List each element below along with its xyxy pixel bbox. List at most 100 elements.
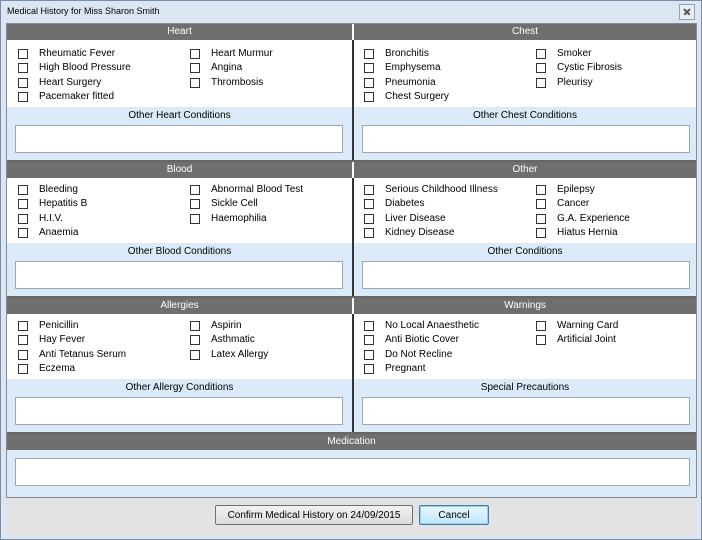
- checkbox-box[interactable]: [18, 198, 28, 209]
- checkbox-box[interactable]: [18, 62, 28, 73]
- checkbox-box[interactable]: [18, 91, 28, 102]
- checkbox-box[interactable]: [364, 184, 374, 195]
- checkbox-penicillin[interactable]: Penicillin: [18, 319, 78, 332]
- checkbox-box[interactable]: [190, 62, 200, 73]
- checkbox-box[interactable]: [364, 62, 374, 73]
- checkbox-hepatitis-b[interactable]: Hepatitis B: [18, 197, 87, 210]
- other-conditions-input[interactable]: [362, 261, 690, 289]
- checkbox-heart-surgery[interactable]: Heart Surgery: [18, 76, 101, 89]
- checkbox-bronchitis[interactable]: Bronchitis: [364, 47, 429, 60]
- checkbox-box[interactable]: [18, 334, 28, 345]
- medication-input[interactable]: [15, 458, 690, 486]
- checkbox-label: Pregnant: [385, 363, 426, 374]
- checkbox-do-not-recline[interactable]: Do Not Recline: [364, 348, 452, 361]
- checkbox-pleurisy[interactable]: Pleurisy: [536, 76, 593, 89]
- checkbox-box[interactable]: [18, 227, 28, 238]
- checkbox-box[interactable]: [190, 349, 200, 360]
- checkbox-high-blood-pressure[interactable]: High Blood Pressure: [18, 61, 131, 74]
- checkbox-box[interactable]: [536, 62, 546, 73]
- checkbox-anti-biotic-cover[interactable]: Anti Biotic Cover: [364, 333, 459, 346]
- checkbox-box[interactable]: [18, 48, 28, 59]
- checkbox-serious-childhood-illness[interactable]: Serious Childhood Illness: [364, 183, 498, 196]
- checkbox-box[interactable]: [536, 48, 546, 59]
- checkbox-cystic-fibrosis[interactable]: Cystic Fibrosis: [536, 61, 622, 74]
- other-allergy-input[interactable]: [15, 397, 343, 425]
- checkbox-box[interactable]: [190, 77, 200, 88]
- checkbox-hay-fever[interactable]: Hay Fever: [18, 333, 85, 346]
- checkbox-box[interactable]: [190, 320, 200, 331]
- checkbox-aspirin[interactable]: Aspirin: [190, 319, 242, 332]
- checkbox-box[interactable]: [536, 334, 546, 345]
- checkbox-box[interactable]: [536, 213, 546, 224]
- checkbox-box[interactable]: [18, 349, 28, 360]
- checkbox-box[interactable]: [190, 334, 200, 345]
- checkbox-thrombosis[interactable]: Thrombosis: [190, 76, 263, 89]
- checkbox-box[interactable]: [364, 198, 374, 209]
- cancel-button[interactable]: Cancel: [419, 505, 489, 525]
- checkbox-abnormal-blood-test[interactable]: Abnormal Blood Test: [190, 183, 303, 196]
- checkbox-box[interactable]: [364, 349, 374, 360]
- checkbox-box[interactable]: [18, 213, 28, 224]
- checkbox-eczema[interactable]: Eczema: [18, 362, 75, 375]
- checkbox-box[interactable]: [364, 227, 374, 238]
- checkbox-no-local-anaesthetic[interactable]: No Local Anaesthetic: [364, 319, 479, 332]
- checkbox-asthmatic[interactable]: Asthmatic: [190, 333, 255, 346]
- checkbox-latex-allergy[interactable]: Latex Allergy: [190, 348, 268, 361]
- checkbox-rheumatic-fever[interactable]: Rheumatic Fever: [18, 47, 115, 60]
- checkbox-emphysema[interactable]: Emphysema: [364, 61, 441, 74]
- checkbox-box[interactable]: [536, 77, 546, 88]
- checkbox-box[interactable]: [18, 363, 28, 374]
- checkbox-box[interactable]: [190, 184, 200, 195]
- checkbox-angina[interactable]: Angina: [190, 61, 242, 74]
- checkbox-box[interactable]: [190, 48, 200, 59]
- checkbox-kidney-disease[interactable]: Kidney Disease: [364, 226, 454, 239]
- other-blood-input[interactable]: [15, 261, 343, 289]
- close-icon[interactable]: [679, 4, 695, 20]
- other-heart-input[interactable]: [15, 125, 343, 153]
- checkbox-cancer[interactable]: Cancer: [536, 197, 589, 210]
- checkbox-box[interactable]: [18, 184, 28, 195]
- checkbox-box[interactable]: [536, 198, 546, 209]
- checkbox-anti-tetanus-serum[interactable]: Anti Tetanus Serum: [18, 348, 126, 361]
- checkbox-box[interactable]: [364, 363, 374, 374]
- checkbox-pneumonia[interactable]: Pneumonia: [364, 76, 436, 89]
- confirm-medical-history-button[interactable]: Confirm Medical History on 24/09/2015: [215, 505, 413, 525]
- checkbox-box[interactable]: [364, 320, 374, 331]
- checkbox-epilepsy[interactable]: Epilepsy: [536, 183, 595, 196]
- checkbox-sickle-cell[interactable]: Sickle Cell: [190, 197, 258, 210]
- checkbox-hiv[interactable]: H.I.V.: [18, 212, 63, 225]
- checkbox-box[interactable]: [536, 227, 546, 238]
- checkbox-box[interactable]: [364, 48, 374, 59]
- checkbox-hiatus-hernia[interactable]: Hiatus Hernia: [536, 226, 618, 239]
- checkbox-ga-experience[interactable]: G.A. Experience: [536, 212, 630, 225]
- checkbox-label: Do Not Recline: [385, 349, 453, 360]
- blood-section: Blood Bleeding Hepatitis B H.I.V. Anaemi…: [7, 162, 352, 296]
- checkbox-anaemia[interactable]: Anaemia: [18, 226, 78, 239]
- checkbox-bleeding[interactable]: Bleeding: [18, 183, 78, 196]
- checkbox-smoker[interactable]: Smoker: [536, 47, 591, 60]
- checkbox-warning-card[interactable]: Warning Card: [536, 319, 618, 332]
- checkbox-box[interactable]: [364, 77, 374, 88]
- checkbox-label: Penicillin: [39, 320, 79, 331]
- special-precautions-input[interactable]: [362, 397, 690, 425]
- checkbox-chest-surgery[interactable]: Chest Surgery: [364, 90, 449, 103]
- button-bar: Confirm Medical History on 24/09/2015 Ca…: [6, 498, 697, 536]
- checkbox-box[interactable]: [364, 91, 374, 102]
- checkbox-box[interactable]: [364, 213, 374, 224]
- checkbox-haemophilia[interactable]: Haemophilia: [190, 212, 267, 225]
- checkbox-box[interactable]: [18, 320, 28, 331]
- checkbox-box[interactable]: [18, 77, 28, 88]
- column-divider: [352, 178, 354, 296]
- checkbox-liver-disease[interactable]: Liver Disease: [364, 212, 446, 225]
- checkbox-box[interactable]: [536, 184, 546, 195]
- checkbox-pacemaker-fitted[interactable]: Pacemaker fitted: [18, 90, 114, 103]
- checkbox-box[interactable]: [190, 213, 200, 224]
- checkbox-artificial-joint[interactable]: Artificial Joint: [536, 333, 616, 346]
- checkbox-box[interactable]: [190, 198, 200, 209]
- checkbox-pregnant[interactable]: Pregnant: [364, 362, 426, 375]
- checkbox-box[interactable]: [364, 334, 374, 345]
- checkbox-diabetes[interactable]: Diabetes: [364, 197, 424, 210]
- other-chest-input[interactable]: [362, 125, 690, 153]
- checkbox-heart-murmur[interactable]: Heart Murmur: [190, 47, 273, 60]
- checkbox-box[interactable]: [536, 320, 546, 331]
